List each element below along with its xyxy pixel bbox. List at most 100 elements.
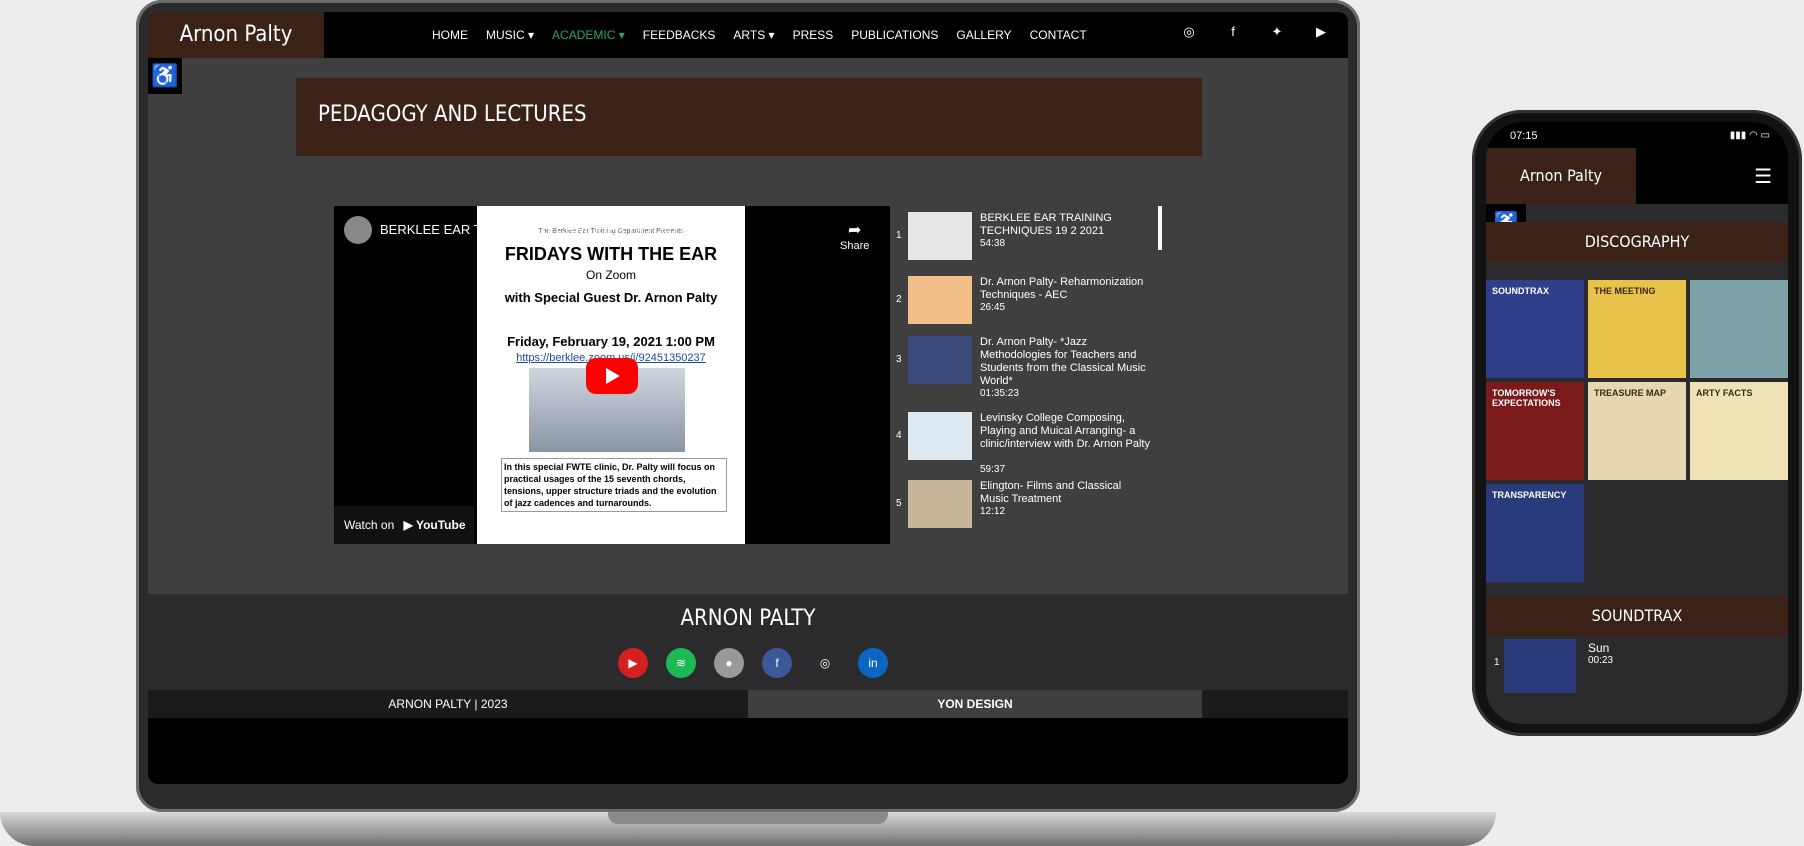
status-time: 07:15 (1510, 130, 1538, 142)
hamburger-menu-icon[interactable]: ☰ (1754, 164, 1772, 189)
album-cover[interactable]: ARTY FACTS (1690, 382, 1788, 480)
video-playlist: 1 BERKLEE EAR TRAINING TECHNIQUES 19 2 20… (890, 206, 1162, 544)
track-duration: 00:23 (1588, 655, 1614, 666)
poster-line1: FRIDAYS WITH THE EAR (504, 244, 718, 264)
album-title: THE MEETING (1594, 286, 1656, 296)
apple-icon[interactable]: ● (714, 648, 744, 678)
playlist-item-title: Levinsky College Composing, Playing and … (980, 412, 1150, 450)
accessibility-icon[interactable]: ♿ (148, 58, 182, 94)
playlist-item[interactable]: 2 Dr. Arnon Palty- Reharmonization Techni… (890, 270, 1150, 330)
menu-item-label: ACADEMIC (552, 28, 616, 42)
menu-item-gallery[interactable]: GALLERY (956, 28, 1011, 42)
page-title: PEDAGOGY AND LECTURES (318, 102, 587, 127)
menu-item-contact[interactable]: CONTACT (1030, 28, 1087, 42)
facebook-icon[interactable]: f (762, 648, 792, 678)
main-menu: HOME MUSIC ▾ ACADEMIC ▾ FEEDBACKS ARTS ▾ PRES… (432, 12, 1087, 58)
spotify-icon[interactable]: ≋ (666, 648, 696, 678)
playlist-item-title: BERKLEE EAR TRAINING TECHNIQUES 19 2 202… (980, 212, 1112, 237)
watch-on-youtube[interactable]: Watch on ▶ YouTube (334, 506, 474, 544)
top-navigation: Arnon Palty HOME MUSIC ▾ ACADEMIC ▾ FEEDBAC… (148, 12, 1348, 58)
playlist-item-number: 4 (896, 430, 902, 441)
youtube-icon[interactable]: ▶ (618, 648, 648, 678)
playlist-thumbnail (908, 336, 972, 384)
playlist-item-number: 2 (896, 294, 902, 305)
share-button[interactable]: ➦ Share (840, 220, 869, 252)
footer: ARNON PALTY ▶ ≋ ● f ◎ in (148, 594, 1348, 690)
menu-item-publications[interactable]: PUBLICATIONS (851, 28, 938, 42)
track-row[interactable]: 1 Sun 00:23 (1486, 633, 1788, 703)
watch-on-label: Watch on (344, 518, 395, 532)
youtube-icon[interactable]: ▶ (1312, 24, 1330, 40)
playlist-item-number: 1 (896, 230, 902, 241)
play-button[interactable] (586, 358, 638, 394)
video-title[interactable]: BERKLEE EAR TRAINING TECHNIQUES 19 2 202… (380, 222, 686, 237)
instagram-icon[interactable]: ◎ (810, 648, 840, 678)
menu-item-home[interactable]: HOME (432, 28, 468, 42)
header-social-icons: ◎ f ✦ ▶ (1180, 24, 1330, 40)
share-label: Share (840, 240, 870, 252)
playlist-thumbnail (908, 480, 972, 528)
footer-name: ARNON PALTY (680, 606, 816, 631)
chevron-down-icon: ▾ (615, 28, 625, 42)
playlist-item[interactable]: 4 Levinsky College Composing, Playing and… (890, 406, 1150, 475)
site-logo[interactable]: Arnon Palty (148, 12, 324, 58)
album-cover[interactable]: TREASURE MAP (1588, 382, 1686, 480)
playlist-item-duration: 12:12 (980, 506, 1006, 517)
track-number: 1 (1494, 657, 1500, 668)
chevron-down-icon: ▾ (765, 28, 775, 42)
poster-line2: On Zoom (585, 268, 636, 282)
linkedin-icon[interactable]: in (858, 648, 888, 678)
phone-navigation: Arnon Palty ☰ (1486, 148, 1788, 204)
menu-item-label: FEEDBACKS (642, 28, 716, 42)
menu-item-music[interactable]: MUSIC ▾ (486, 28, 534, 42)
instagram-icon[interactable]: ◎ (1180, 24, 1198, 40)
playlist-thumbnail (908, 276, 972, 324)
phone-site-logo[interactable]: Arnon Palty (1486, 148, 1636, 204)
menu-item-label: PRESS (792, 28, 834, 42)
playlist-scrollbar[interactable] (1158, 206, 1162, 250)
menu-item-academic[interactable]: ACADEMIC ▾ (552, 28, 625, 42)
chevron-down-icon: ▾ (524, 28, 535, 42)
album-cover[interactable]: SOUNDTRAX (1486, 280, 1584, 378)
menu-item-label: CONTACT (1029, 28, 1087, 42)
album-title: ARTY FACTS (1696, 388, 1753, 398)
share-icon: ➦ (847, 222, 862, 239)
channel-avatar[interactable] (344, 216, 372, 244)
laptop-screen: Arnon Palty HOME MUSIC ▾ ACADEMIC ▾ FEEDBAC… (148, 12, 1348, 784)
album-cover[interactable]: TRANSPARENCY (1486, 484, 1584, 582)
facebook-icon[interactable]: f (1224, 24, 1242, 40)
playlist-item[interactable]: 5 Elington- Films and Classical Music Tre… (890, 474, 1150, 534)
design-credit[interactable]: YON DESIGN (748, 690, 1202, 718)
playlist-thumbnail (908, 412, 972, 460)
menu-item-label: PUBLICATIONS (851, 28, 939, 42)
menu-item-label: HOME (432, 28, 468, 42)
poster-line3: with Special Guest Dr. Arnon Palty (504, 290, 718, 305)
status-bar: 07:15 ▮▮▮ ◠ ▭ (1486, 122, 1788, 148)
menu-item-press[interactable]: PRESS (793, 28, 834, 42)
album-cover[interactable] (1690, 280, 1788, 378)
menu-item-label: MUSIC (486, 28, 525, 42)
track-thumbnail (1504, 639, 1576, 693)
track-name: Sun (1588, 641, 1610, 655)
album-title: SOUNDTRAX (1492, 286, 1550, 296)
footer-social-icons: ▶ ≋ ● f ◎ in (618, 648, 888, 678)
album-title: TREASURE MAP (1594, 388, 1667, 398)
youtube-video-player[interactable]: The Berklee Ear Training Department Pres… (334, 206, 890, 544)
playlist-item-number: 5 (896, 498, 902, 509)
youtube-logo: ▶ YouTube (403, 518, 466, 532)
page-hero: PEDAGOGY AND LECTURES (296, 78, 1202, 156)
playlist-item[interactable]: 1 BERKLEE EAR TRAINING TECHNIQUES 19 2 20… (890, 206, 1150, 266)
discography-heading: DISCOGRAPHY (1486, 222, 1788, 262)
playlist-item-title: Dr. Arnon Palty- Reharmonization Techniq… (980, 276, 1144, 301)
menu-item-feedbacks[interactable]: FEEDBACKS (643, 28, 716, 42)
menu-item-label: GALLERY (956, 28, 1012, 42)
album-cover[interactable]: THE MEETING (1588, 280, 1686, 378)
playlist-thumbnail (908, 212, 972, 260)
menu-item-label: ARTS (733, 28, 766, 42)
album-cover[interactable]: TOMORROW'S EXPECTATIONS (1486, 382, 1584, 480)
playlist-item[interactable]: 3 Dr. Arnon Palty- *Jazz Methodologies fo… (890, 330, 1150, 399)
album-title: TOMORROW'S EXPECTATIONS (1492, 388, 1561, 408)
twitter-icon[interactable]: ✦ (1268, 24, 1286, 40)
menu-item-arts[interactable]: ARTS ▾ (733, 28, 774, 42)
poster-date: Friday, February 19, 2021 1:00 PM (507, 334, 715, 349)
